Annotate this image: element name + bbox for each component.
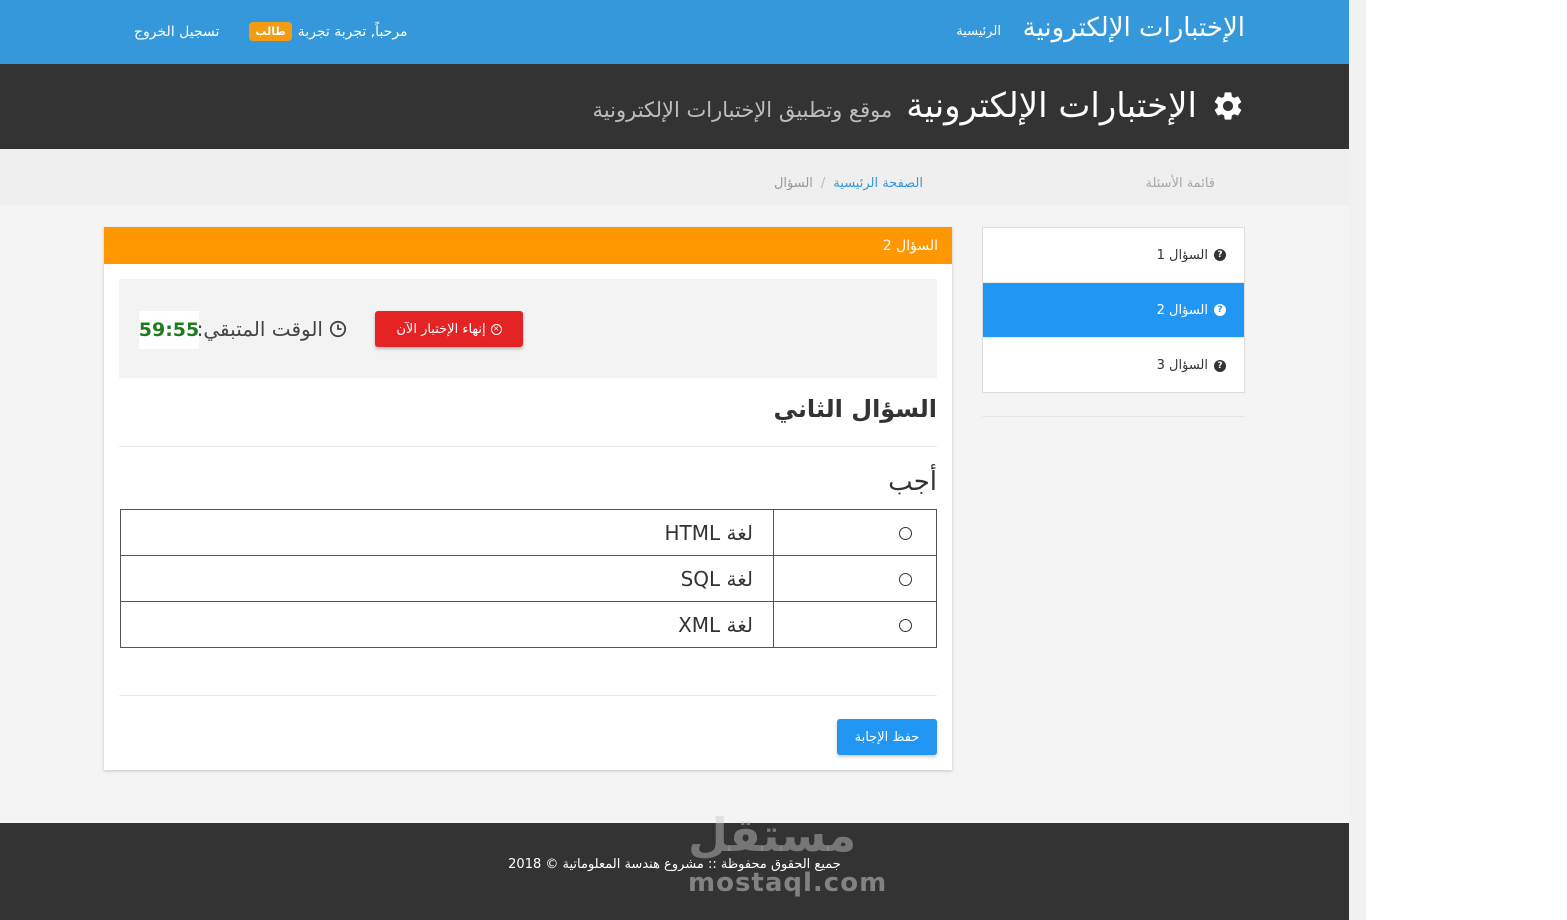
answer-option-row[interactable]: لغة HTML: [120, 509, 937, 556]
divider: [119, 446, 937, 447]
question-circle-icon: ?: [1214, 359, 1226, 372]
sidebar-item-label: السؤال 3: [1156, 358, 1208, 373]
answer-prompt: أجب: [888, 467, 937, 497]
timer-label: الوقت المتبقي:: [196, 317, 323, 341]
sidebar-item-label: السؤال 1: [1156, 247, 1208, 263]
gear-icon: [1214, 92, 1242, 120]
nav-home-link[interactable]: الرئيسية: [956, 24, 1001, 39]
end-exam-label: إنهاء الإختبار الآن: [396, 321, 486, 337]
header-title: الإختبارات الإلكترونية: [906, 86, 1197, 126]
radio-cell: [773, 555, 937, 602]
option-radio[interactable]: [899, 573, 912, 586]
answer-option-row[interactable]: لغة SQL: [120, 555, 937, 602]
breadcrumb-current: السؤال: [773, 176, 813, 191]
footer-copyright: جميع الحقوق محفوظة :: مشروع هندسة المعلو…: [508, 857, 841, 872]
breadcrumb: الصفحة الرئيسية / السؤال: [774, 176, 923, 191]
app-window: الإختبارات الإلكترونية الرئيسية تسجيل ال…: [0, 0, 1349, 920]
question-title: السؤال الثاني: [773, 395, 937, 423]
logout-link[interactable]: تسجيل الخروج: [134, 24, 219, 40]
footer: جميع الحقوق محفوظة :: مشروع هندسة المعلو…: [0, 823, 1349, 920]
divider: [119, 695, 937, 696]
user-nav: تسجيل الخروج طالب مرحباً, تجربة تجربة: [134, 22, 408, 41]
answer-option-row[interactable]: لغة XML: [120, 601, 937, 648]
clock-icon: [329, 320, 347, 338]
welcome-text: مرحباً, تجربة تجربة: [297, 23, 408, 40]
sidebar-divider: [982, 416, 1245, 417]
header-subtitle: موقع وتطبيق الإختبارات الإلكترونية: [592, 98, 893, 122]
role-badge: طالب: [249, 22, 292, 41]
sidebar-item-question-1[interactable]: ? السؤال 1: [983, 228, 1244, 283]
sidebar-item-label: السؤال 2: [1156, 302, 1208, 318]
timer-bar: 59:55 الوقت المتبقي: ✕ إنهاء الإختبار ال…: [119, 279, 937, 378]
option-label: لغة SQL: [120, 555, 774, 602]
brand-link[interactable]: الإختبارات الإلكترونية: [1023, 13, 1245, 43]
option-radio[interactable]: [899, 619, 912, 632]
radio-cell: [773, 509, 937, 556]
radio-cell: [773, 601, 937, 648]
question-list: ? السؤال 1 ? السؤال 2 ? السؤال 3: [982, 227, 1245, 393]
question-list-label: قائمة الأسئلة: [1145, 176, 1215, 191]
breadcrumb-separator: /: [820, 176, 826, 191]
save-answer-button[interactable]: حفظ الإجابة: [837, 719, 937, 755]
page-title: الإختبارات الإلكترونية موقع وتطبيق الإخت…: [593, 86, 1245, 126]
question-circle-icon: ?: [1214, 249, 1226, 261]
top-navbar: الإختبارات الإلكترونية الرئيسية تسجيل ال…: [0, 0, 1349, 64]
scrollbar-track[interactable]: [1349, 0, 1366, 920]
option-radio[interactable]: [899, 527, 912, 540]
sidebar-item-question-3[interactable]: ? السؤال 3: [983, 338, 1244, 393]
question-panel: السؤال 2 59:55 الوقت المتبقي: ✕ إنهاء ال…: [104, 227, 952, 770]
breadcrumb-row: قائمة الأسئلة الصفحة الرئيسية / السؤال: [0, 149, 1349, 206]
panel-heading: السؤال 2: [104, 227, 952, 264]
end-exam-button[interactable]: ✕ إنهاء الإختبار الآن: [375, 311, 523, 347]
timer-value: 59:55: [139, 311, 199, 349]
timer-label-group: الوقت المتبقي:: [197, 317, 347, 341]
option-label: لغة HTML: [120, 509, 774, 556]
close-circle-icon: ✕: [490, 323, 502, 335]
option-label: لغة XML: [120, 601, 774, 648]
question-circle-icon: ?: [1214, 304, 1226, 316]
breadcrumb-home-link[interactable]: الصفحة الرئيسية: [833, 176, 923, 191]
page-header: الإختبارات الإلكترونية موقع وتطبيق الإخت…: [0, 64, 1349, 149]
answer-options-table: لغة HTML لغة SQL لغة XML: [120, 509, 937, 648]
sidebar-item-question-2[interactable]: ? السؤال 2: [983, 283, 1244, 338]
